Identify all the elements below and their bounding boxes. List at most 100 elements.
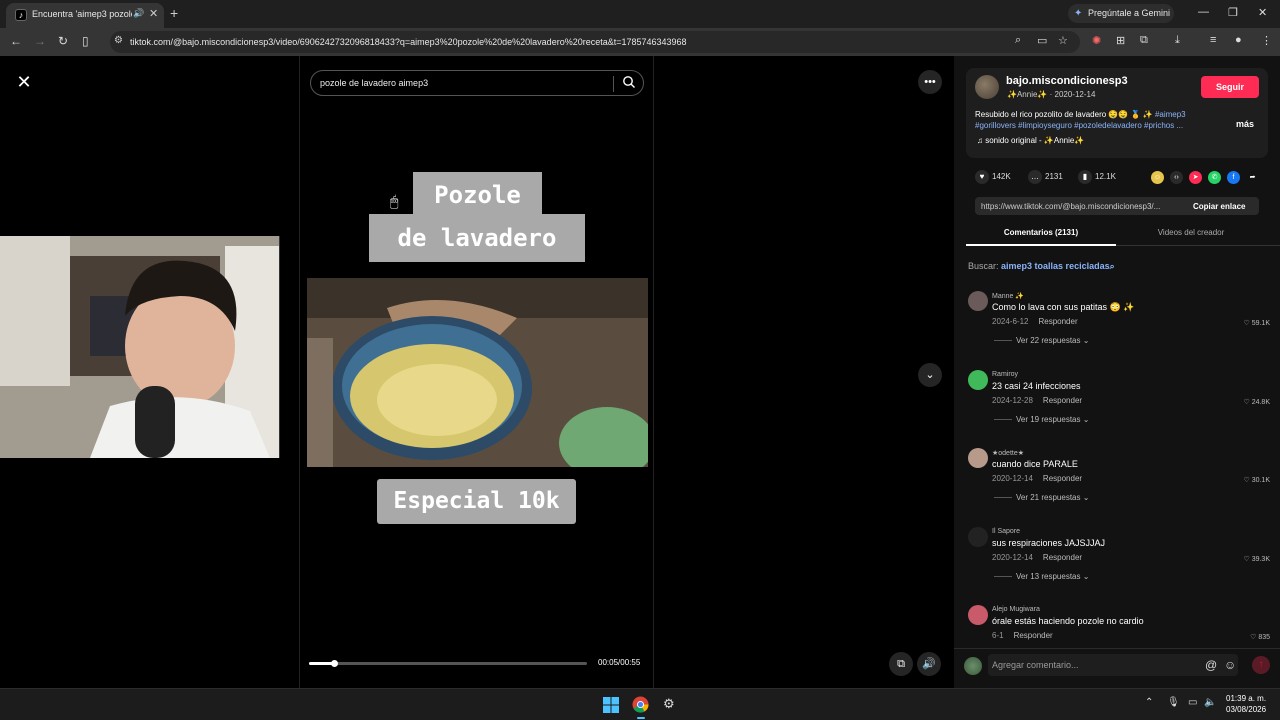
comment-item: Il Sapore sus respiraciones JAJSJJAJ 2020-… [966,527,1276,605]
search-bar[interactable]: pozole de lavadero aimep3 [310,70,644,96]
comment-author[interactable]: Ramiroy [992,371,1018,378]
tab-comments[interactable]: Comentarios (2131) [966,224,1116,246]
reload-icon[interactable]: ↻ [58,34,68,48]
download-icon[interactable]: ⤓ [1175,34,1180,47]
comment-author[interactable]: Il Sapore [992,528,1020,535]
cast-icon[interactable]: ▭ [1037,34,1047,47]
saves-stat[interactable]: ▮ 12.1K [1078,170,1116,184]
embed-icon[interactable]: ‹› [1170,171,1183,184]
forward-icon[interactable]: → [34,34,46,48]
creator-avatar[interactable] [975,75,999,99]
share-friends-icon[interactable]: ☺ [1151,171,1164,184]
gemini-button[interactable]: ✦ Pregúntale a Gemini [1068,4,1174,23]
comment-date: 2024-12-28 [992,396,1033,405]
share-more-icon[interactable]: ➦ [1246,171,1259,184]
facebook-icon[interactable]: f [1227,171,1240,184]
commenter-avatar[interactable] [968,370,988,390]
commenter-avatar[interactable] [968,291,988,311]
extensions-icon[interactable]: ⧉ [1140,34,1148,47]
more-link[interactable]: más [1236,119,1254,129]
search-suggestion[interactable]: Buscar: aimep3 toallas recicladas⌕ [968,261,1115,272]
menu-icon[interactable]: ⋮ [1261,34,1272,47]
chrome-icon[interactable] [632,696,649,713]
reply-button[interactable]: Responder [1043,553,1082,562]
reply-button[interactable]: Responder [1038,317,1077,326]
new-tab-button[interactable]: + [170,5,178,21]
comment-input[interactable]: Agregar comentario... @ ☺ [988,654,1238,676]
more-options-icon[interactable]: ••• [918,70,942,94]
comment-item: Manne ✨ Como lo lava con sus patitas 😳 ✨ 2… [966,291,1276,369]
site-info-icon[interactable]: ⚙ [114,35,123,46]
view-replies-button[interactable]: Ver 22 respuestas ⌄ [994,336,1089,345]
close-player-icon[interactable]: ✕ [14,72,34,92]
close-window-icon[interactable]: ✕ [1258,6,1267,19]
view-replies-button[interactable]: Ver 21 respuestas ⌄ [994,493,1089,502]
follow-button[interactable]: Seguir [1201,76,1259,98]
comment-likes[interactable]: ♡ 59.1K [1243,319,1270,327]
reply-button[interactable]: Responder [1014,631,1053,640]
comment-likes[interactable]: ♡ 24.8K [1243,398,1270,406]
floating-player-icon[interactable]: ⧉ [889,652,913,676]
comment-input-bar: Agregar comentario... @ ☺ ↑ [954,648,1280,688]
video-progress-bar[interactable] [309,660,587,667]
system-clock[interactable]: 01:39 a. m. 03/08/2026 [1226,693,1266,715]
close-tab-icon[interactable]: ✕ [149,7,158,20]
emoji-icon[interactable]: ☺ [1224,658,1236,672]
extension-icon[interactable]: ✺ [1092,34,1101,47]
view-replies-button[interactable]: Ver 13 respuestas ⌄ [994,572,1089,581]
profile-avatar[interactable]: ● [1235,34,1242,46]
reply-button[interactable]: Responder [1043,396,1082,405]
comment-author[interactable]: Alejo Mugiwara [992,606,1040,613]
bookmark-star-icon[interactable]: ☆ [1058,34,1068,47]
search-suggestion-prefix: Buscar: [968,261,999,271]
creator-username[interactable]: bajo.miscondicionesp3 [1006,75,1128,87]
url-field[interactable]: ⚙ tiktok.com/@bajo.miscondicionesp3/vide… [110,31,1080,53]
network-icon[interactable]: ▭ [1188,697,1197,708]
commenter-avatar[interactable] [968,605,988,625]
send-icon[interactable]: ➤ [1189,171,1202,184]
sidebar-icon[interactable]: ▯ [82,34,89,48]
reply-button[interactable]: Responder [1043,474,1082,483]
mention-icon[interactable]: @ [1205,658,1217,672]
comment-likes[interactable]: ♡ 39.3K [1243,555,1270,563]
post-comment-button[interactable]: ↑ [1252,656,1270,674]
commenter-avatar[interactable] [968,527,988,547]
volume-icon[interactable]: 🔊 [917,652,941,676]
search-icon[interactable] [622,75,636,89]
microphone-icon[interactable]: 🎙 [1167,697,1180,708]
view-replies-button[interactable]: Ver 19 respuestas ⌄ [994,415,1089,424]
tray-chevron-icon[interactable]: ⌃ [1145,697,1153,708]
copy-link-button[interactable]: Copiar enlace [1193,202,1245,211]
creator-subline: ✨Annie✨ · 2020-12-14 [1007,90,1096,99]
comment-author[interactable]: ★odette★ [992,449,1024,457]
current-user-avatar [964,657,982,675]
comments-count: 2131 [1045,172,1063,181]
next-video-icon[interactable]: ⌄ [918,363,942,387]
music-link[interactable]: ♫ sonido original - ✨Annie✨ [977,136,1084,145]
back-icon[interactable]: ← [10,34,22,48]
progress-handle[interactable] [331,660,339,667]
windows-start-icon[interactable] [603,697,619,713]
likes-stat[interactable]: ♥ 142K [975,170,1011,184]
minimize-icon[interactable]: — [1198,6,1209,18]
comment-author[interactable]: Manne ✨ [992,292,1024,300]
speaker-icon[interactable]: 🔈 [1204,697,1216,708]
comment-likes[interactable]: ♡ 835 [1250,633,1270,641]
search-suggestion-keyword[interactable]: aimep3 toallas recicladas [1001,261,1110,271]
whatsapp-icon[interactable]: ✆ [1208,171,1221,184]
comment-date: 2020-12-14 [992,553,1033,562]
extension-2-icon[interactable]: ⊞ [1116,34,1125,47]
maximize-icon[interactable]: ❐ [1228,6,1238,19]
reading-list-icon[interactable]: ≡ [1210,34,1216,46]
comment-likes-count: 30.1K [1251,477,1270,484]
commenter-avatar[interactable] [968,448,988,468]
audio-icon[interactable]: 🔊 [133,8,144,19]
comments-stat[interactable]: … 2131 [1028,170,1063,184]
browser-tab[interactable]: ♪ Encuentra 'aimep3 pozole d 🔊 ✕ [6,3,164,28]
comment-likes[interactable]: ♡ 30.1K [1243,476,1270,484]
tiktok-icon: ♪ [15,9,27,21]
zoom-icon[interactable]: ⌕ [1015,34,1021,47]
webcam-overlay [0,236,280,458]
tab-creator-videos[interactable]: Videos del creador [1116,224,1266,246]
app-icon[interactable]: ⚙ [663,696,675,712]
